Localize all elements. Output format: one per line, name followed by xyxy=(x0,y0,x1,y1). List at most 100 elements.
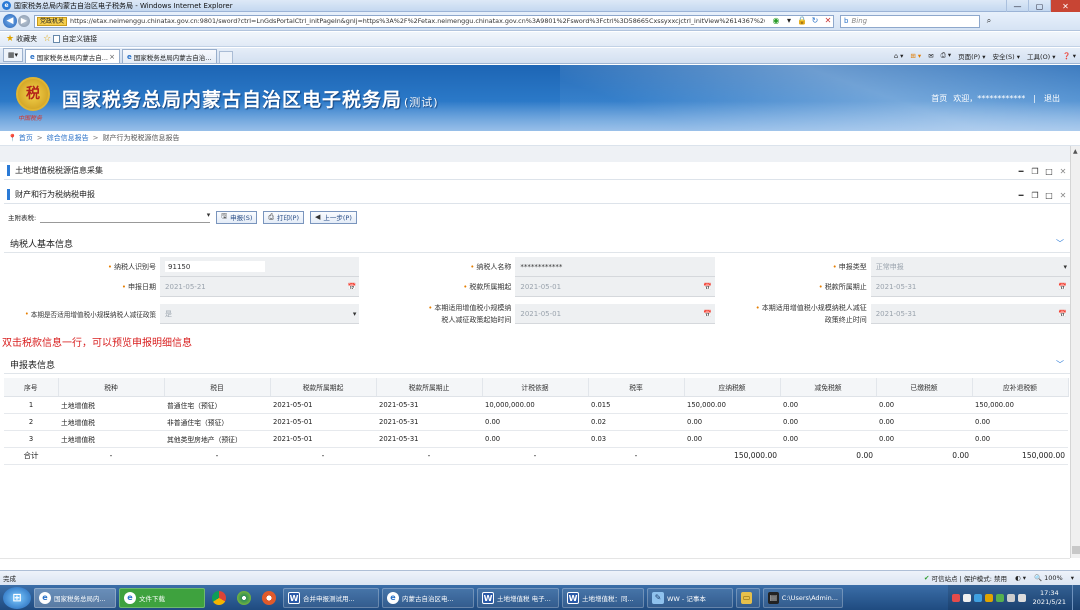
column-header[interactable]: 应纳税额 xyxy=(684,378,781,397)
panel-land-vat[interactable]: 土地增值税税源信息采集 ━ ❐ □ ✕ xyxy=(4,162,1070,180)
clock[interactable]: 17:34 2021/5/21 xyxy=(1033,589,1066,607)
volume-icon[interactable] xyxy=(1017,593,1026,602)
search-input[interactable]: b Bing xyxy=(840,14,980,28)
tray-app-icon[interactable] xyxy=(995,593,1004,602)
logout-link[interactable]: 退出 xyxy=(1044,93,1060,104)
home-icon[interactable]: ⌂ ▾ xyxy=(894,52,903,60)
policy-start-field[interactable]: 2021-05-01 📅 xyxy=(515,304,715,324)
taskbar-item-word-3[interactable]: W 土地增值税：同... xyxy=(562,587,644,608)
custom-link[interactable]: ☆ 自定义链接 xyxy=(43,34,97,44)
tab-close-icon[interactable]: × xyxy=(109,53,115,61)
tray-app-icon[interactable] xyxy=(973,593,982,602)
search-icon[interactable]: ⌕ xyxy=(983,15,995,27)
home-link[interactable]: 首页 xyxy=(931,93,947,104)
tray-app-icon[interactable] xyxy=(984,593,993,602)
panel-minimize-icon[interactable]: ━ xyxy=(1014,191,1028,200)
lock-icon[interactable]: 🔒 xyxy=(797,16,807,26)
declare-button[interactable]: 🖫 申报(S) xyxy=(216,210,258,224)
panel-maximize-icon[interactable]: □ xyxy=(1042,167,1056,176)
compat-view-icon[interactable]: ◉ xyxy=(771,16,781,26)
declare-type-select[interactable]: 正常申报 ▾ xyxy=(870,257,1070,277)
favorites-button[interactable]: ★ 收藏夹 xyxy=(6,34,37,44)
panel-minimize-icon[interactable]: ━ xyxy=(1014,167,1028,176)
zoom-level[interactable]: 100% xyxy=(1044,574,1063,582)
browser360-icon[interactable] xyxy=(233,588,255,608)
policy-end-field[interactable]: 2021-05-31 📅 xyxy=(870,304,1070,324)
trusted-zone[interactable]: 可信站点 | 保护模式: 禁用 xyxy=(931,573,1007,583)
network-icon[interactable] xyxy=(1006,593,1015,602)
tab-etax-1[interactable]: e 国家税务总局内蒙古自... × xyxy=(25,49,120,63)
stop-icon[interactable]: ✕ xyxy=(823,16,833,26)
chrome-icon[interactable] xyxy=(208,588,230,608)
period-end-field[interactable]: 2021-05-31 📅 xyxy=(870,277,1070,297)
tab-etax-2[interactable]: e 国家税务总局内蒙古自治... xyxy=(122,49,217,63)
new-tab-button[interactable] xyxy=(219,51,233,63)
declare-date-field[interactable]: 2021-05-21 📅 xyxy=(160,277,360,297)
column-header[interactable]: 序号 xyxy=(4,378,59,397)
column-header[interactable]: 已缴税额 xyxy=(876,378,973,397)
mail-icon[interactable]: ✉ xyxy=(928,52,933,60)
tray-app-icon[interactable] xyxy=(962,593,971,602)
tray-app-icon[interactable] xyxy=(951,593,960,602)
panel-restore-icon[interactable]: ❐ xyxy=(1028,191,1042,200)
scrollbar-thumb[interactable] xyxy=(1072,546,1080,554)
calendar-icon[interactable]: 📅 xyxy=(348,283,357,291)
prev-step-button[interactable]: ◀ 上一步(P) xyxy=(309,210,357,224)
zoom-dropdown-icon[interactable]: ▾ xyxy=(1071,574,1074,582)
taskbar-item-word-1[interactable]: W 合并申报测试用... xyxy=(283,587,379,608)
taskbar-item-ie-2[interactable]: e 内蒙古自治区电... xyxy=(382,587,474,608)
collapse-chevron-icon[interactable]: ﹀ xyxy=(1056,238,1064,249)
scroll-up-icon[interactable]: ▲ xyxy=(1073,148,1078,155)
taskbar-item-word-2[interactable]: W 土地增值税 电子... xyxy=(477,587,559,608)
taskbar-item-ie[interactable]: e 国家税务总局内... xyxy=(34,587,116,608)
taskbar-item-notepad[interactable]: ✎ WW - 记事本 xyxy=(647,587,733,608)
small-scale-select[interactable]: 是 ▾ xyxy=(160,304,360,324)
collapse-chevron-icon[interactable]: ﹀ xyxy=(1056,359,1064,370)
maximize-button[interactable]: ▢ xyxy=(1028,0,1050,12)
column-header[interactable]: 计税依据 xyxy=(482,378,589,397)
breadcrumb-level1[interactable]: 综合信息报告 xyxy=(47,133,89,143)
start-button[interactable]: ⊞ xyxy=(3,586,31,609)
print-button[interactable]: ⎙ 打印(P) xyxy=(263,210,304,224)
show-desktop-button[interactable] xyxy=(1072,585,1080,610)
period-start-field[interactable]: 2021-05-01 📅 xyxy=(515,277,715,297)
panel-property-declare[interactable]: 财产和行为税纳税申报 ━ ❐ □ ✕ xyxy=(4,186,1070,204)
close-button[interactable]: ✕ xyxy=(1050,0,1080,12)
panel-restore-icon[interactable]: ❐ xyxy=(1028,167,1042,176)
calendar-icon[interactable]: 📅 xyxy=(1058,310,1067,318)
main-tax-select[interactable]: ▾ xyxy=(40,211,211,223)
taskbar-item-explorer[interactable]: ▤ C:\Users\Admin... xyxy=(763,587,843,608)
sogou-icon[interactable] xyxy=(258,588,280,608)
column-header[interactable]: 税种 xyxy=(58,378,165,397)
taskbar-item-download[interactable]: e 文件下载 xyxy=(119,587,205,608)
column-header[interactable]: 应补退税额 xyxy=(972,378,1069,397)
column-header[interactable]: 税目 xyxy=(164,378,271,397)
calendar-icon[interactable]: 📅 xyxy=(1058,283,1067,291)
page-menu[interactable]: 页面(P) ▾ xyxy=(958,51,985,61)
panel-close-icon[interactable]: ✕ xyxy=(1056,167,1070,176)
dropdown-icon[interactable]: ▾ xyxy=(784,16,794,26)
panel-close-icon[interactable]: ✕ xyxy=(1056,191,1070,200)
column-header[interactable]: 税款所属期止 xyxy=(376,378,483,397)
safety-menu[interactable]: 安全(S) ▾ xyxy=(993,51,1021,61)
panel-maximize-icon[interactable]: □ xyxy=(1042,191,1056,200)
taskbar-item-folder[interactable]: ▭ xyxy=(736,587,760,608)
calendar-icon[interactable]: 📅 xyxy=(703,310,712,318)
table-row[interactable]: 2 土地增值税 非普通住宅（预征） 2021-05-01 2021-05-31 … xyxy=(4,413,1068,431)
column-header[interactable]: 减免税额 xyxy=(780,378,877,397)
print-icon[interactable]: ⎙ ▾ xyxy=(941,51,952,60)
quick-tabs-icon[interactable]: ▦▾ xyxy=(3,48,23,62)
table-row[interactable]: 3 土地增值税 其他类型房地产（预征） 2021-05-01 2021-05-3… xyxy=(4,430,1068,448)
back-button[interactable]: ◀ xyxy=(3,14,17,28)
protected-mode-icon[interactable]: ◐ ▾ xyxy=(1015,574,1026,582)
tools-menu[interactable]: 工具(O) ▾ xyxy=(1027,51,1056,61)
url-field[interactable]: 党政机关 https://etax.neimenggu.chinatax.gov… xyxy=(34,14,834,28)
column-header[interactable]: 税款所属期起 xyxy=(270,378,377,397)
calendar-icon[interactable]: 📅 xyxy=(703,283,712,291)
minimize-button[interactable]: — xyxy=(1006,0,1028,12)
feeds-icon[interactable]: ⊞ ▾ xyxy=(910,52,921,60)
page-scrollbar[interactable]: ▲ xyxy=(1070,146,1080,558)
url-text[interactable]: https://etax.neimenggu.chinatax.gov.cn:9… xyxy=(70,17,765,25)
table-row[interactable]: 1 土地增值税 普通住宅（预征） 2021-05-01 2021-05-31 1… xyxy=(4,396,1068,414)
breadcrumb-home[interactable]: 首页 xyxy=(19,133,33,143)
